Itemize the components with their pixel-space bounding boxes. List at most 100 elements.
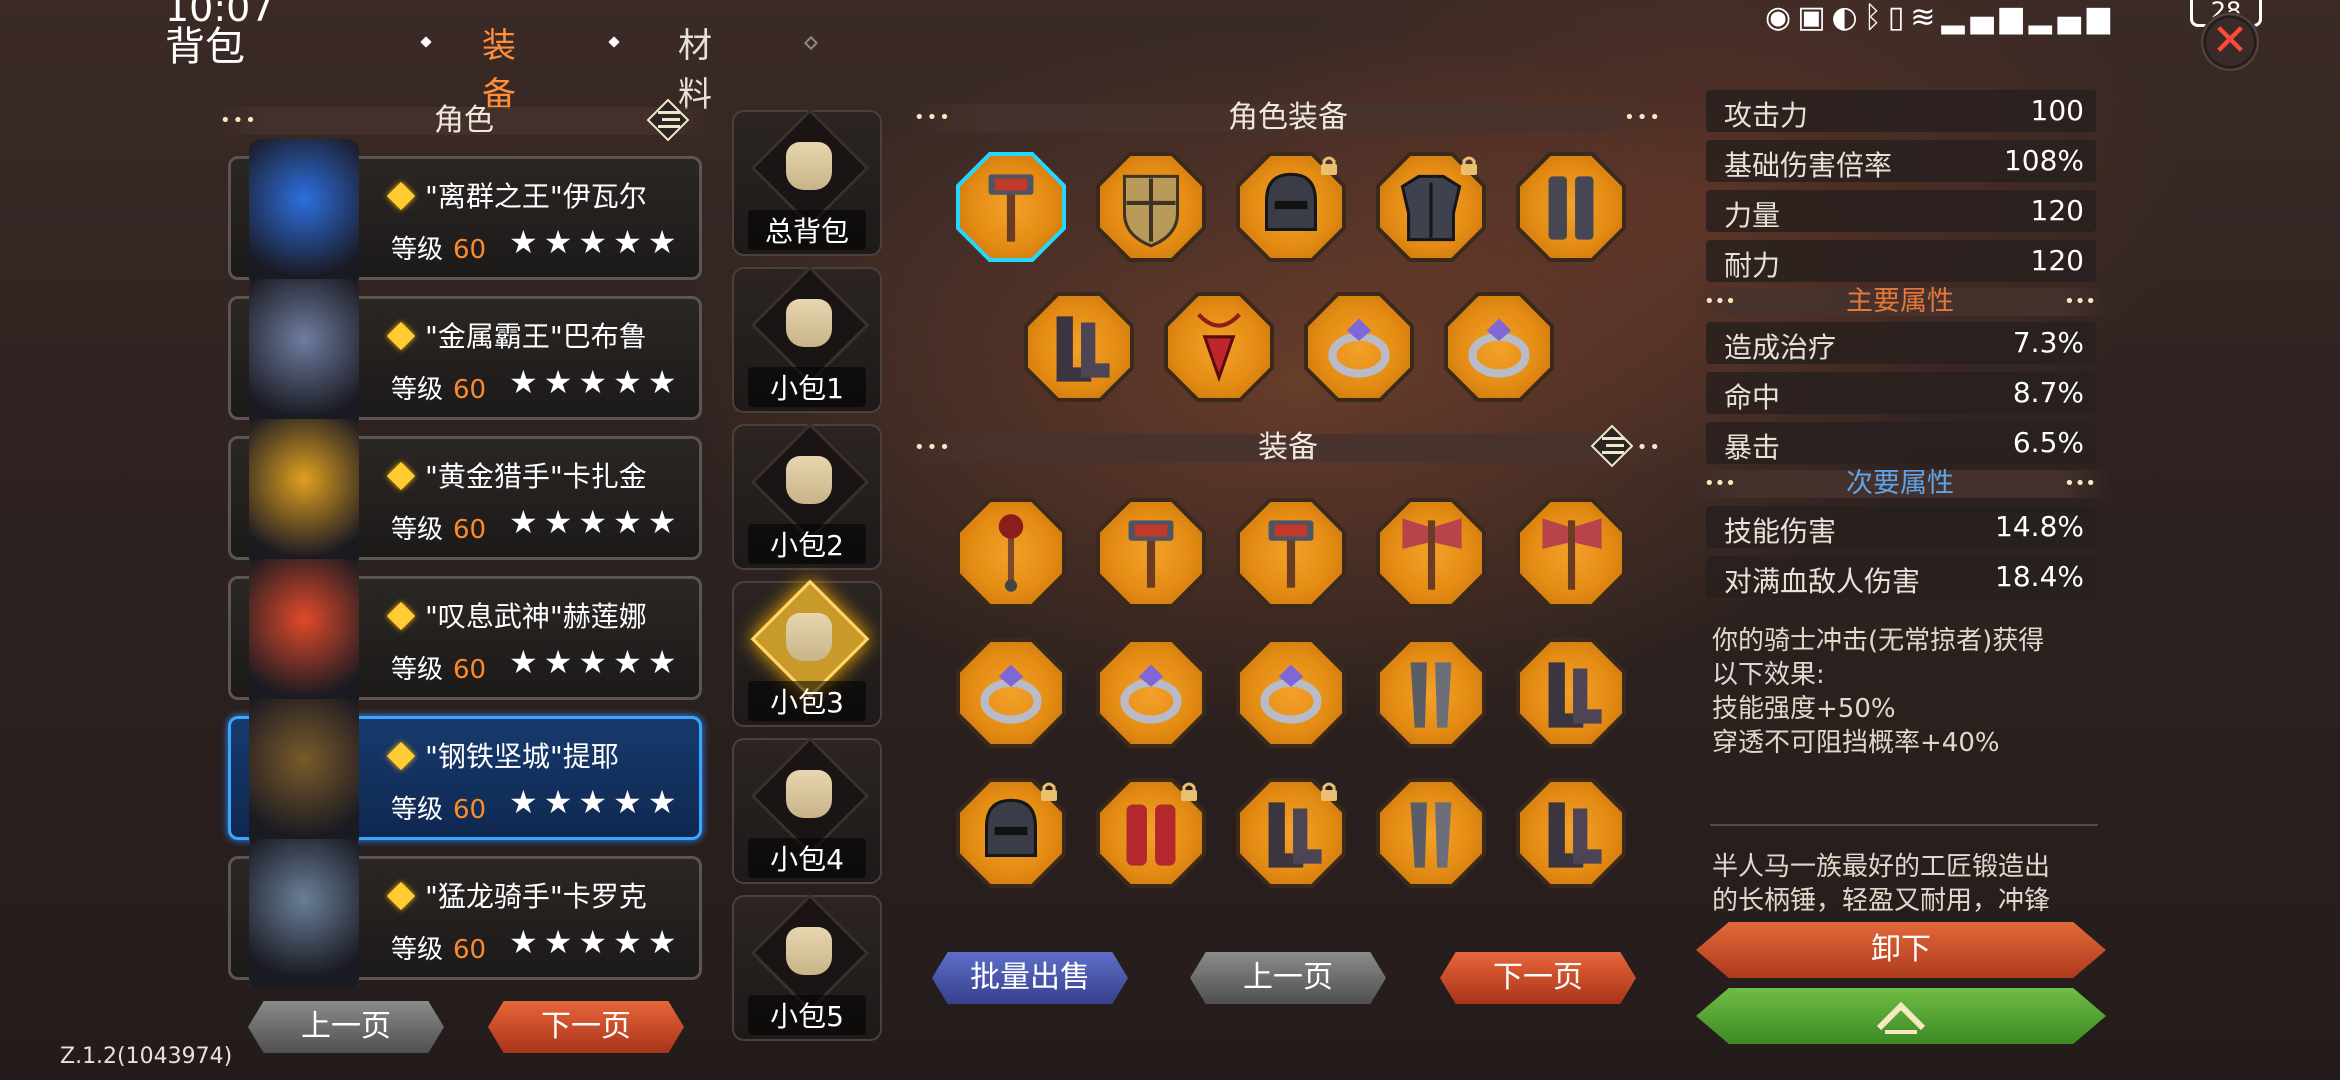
- bag-tab[interactable]: 小包4: [732, 736, 882, 884]
- star-rating: ★★★★★: [509, 643, 683, 681]
- lore-text: 半人马一族最好的工匠锻造出: [1712, 852, 2051, 882]
- signal-icon: ▂▄▆: [2028, 0, 2116, 35]
- stat-row: 技能伤害 14.8%: [1706, 506, 2096, 548]
- inventory-item-slot[interactable]: [1520, 782, 1622, 884]
- level-label: 等级: [391, 235, 444, 265]
- char-equipment-slot[interactable]: [1028, 296, 1130, 398]
- star-rating: ★★★★★: [509, 503, 683, 541]
- boots-icon: [1548, 802, 1602, 868]
- bag-tab[interactable]: 小包3: [732, 579, 882, 727]
- character-card[interactable]: "叹息武神"赫莲娜 等级 60 ★★★★★: [228, 559, 702, 709]
- bag-icon: [786, 299, 832, 347]
- character-name: "金属霸王"巴布鲁: [425, 320, 647, 353]
- stat-row: 力量 120: [1706, 190, 2096, 232]
- inventory-item-slot[interactable]: [1240, 642, 1342, 744]
- character-card[interactable]: "离群之王"伊瓦尔 等级 60 ★★★★★: [228, 139, 702, 289]
- bag-icon: [786, 927, 832, 975]
- roles-prev-page-button[interactable]: 上一页: [248, 1001, 444, 1053]
- stat-name: 攻击力: [1724, 99, 1809, 132]
- stat-value: 108%: [2003, 144, 2084, 177]
- stat-value: 7.3%: [2012, 326, 2084, 359]
- stat-row: 暴击 6.5%: [1706, 422, 2096, 464]
- ring-icon: [1260, 664, 1322, 724]
- bag-tab[interactable]: 总背包: [732, 108, 882, 256]
- tab-divider: [608, 36, 620, 48]
- effect-text: 技能强度+50%: [1712, 694, 1896, 724]
- inventory-item-slot[interactable]: [1100, 642, 1202, 744]
- lock-icon: [1178, 780, 1200, 802]
- gauntlet-icon: [1410, 662, 1452, 728]
- bag-tab[interactable]: 小包5: [732, 893, 882, 1041]
- leg-armor-icon: [1548, 176, 1594, 240]
- effect-text: 穿透不可阻挡概率+40%: [1712, 728, 2000, 758]
- stat-name: 命中: [1724, 381, 1781, 414]
- inventory-prev-page-button[interactable]: 上一页: [1190, 952, 1386, 1004]
- lock-icon: [1458, 154, 1480, 176]
- stat-name: 基础伤害倍率: [1724, 149, 1893, 182]
- stat-value: 120: [2030, 244, 2084, 277]
- stat-row: 造成治疗 7.3%: [1706, 322, 2096, 364]
- rarity-gem-icon: [386, 601, 416, 631]
- inventory-item-slot[interactable]: [1520, 502, 1622, 604]
- inventory-next-page-button[interactable]: 下一页: [1440, 952, 1636, 1004]
- character-portrait: [249, 559, 359, 709]
- bag-label: 总背包: [748, 210, 866, 250]
- stat-value: 18.4%: [1995, 560, 2084, 593]
- bag-label: 小包4: [748, 838, 866, 878]
- level-value: 60: [453, 655, 487, 685]
- star-rating: ★★★★★: [509, 923, 683, 961]
- batch-sell-button[interactable]: 批量出售: [932, 952, 1128, 1004]
- character-card[interactable]: "金属霸王"巴布鲁 等级 60 ★★★★★: [228, 279, 702, 429]
- shield-icon: [1122, 174, 1180, 248]
- bag-tab[interactable]: 小包2: [732, 422, 882, 570]
- inventory-header: ••• 装备 •••: [906, 433, 1670, 463]
- close-button[interactable]: ✕: [2200, 12, 2260, 72]
- inventory-item-slot[interactable]: [1380, 782, 1482, 884]
- tab-equipment[interactable]: 装备: [482, 18, 516, 116]
- bag-tab[interactable]: 小包1: [732, 265, 882, 413]
- inventory-item-slot[interactable]: [1520, 642, 1622, 744]
- character-card[interactable]: "黄金猎手"卡扎金 等级 60 ★★★★★: [228, 419, 702, 569]
- stat-row: 耐力 120: [1706, 240, 2096, 282]
- roles-title: 角色: [434, 103, 494, 138]
- axe-icon: [1402, 518, 1462, 590]
- inventory-item-slot[interactable]: [1100, 502, 1202, 604]
- level-label: 等级: [391, 515, 444, 545]
- bag-icon: [786, 613, 832, 661]
- lock-icon: [1318, 780, 1340, 802]
- lock-icon: [1038, 780, 1060, 802]
- ring-icon: [1120, 664, 1182, 724]
- char-equipment-slot[interactable]: [1168, 296, 1270, 398]
- rarity-gem-icon: [386, 321, 416, 351]
- stat-row: 对满血敌人伤害 18.4%: [1706, 556, 2096, 598]
- star-rating: ★★★★★: [509, 363, 683, 401]
- char-equipment-slot[interactable]: [1448, 296, 1550, 398]
- inventory-item-slot[interactable]: [1380, 642, 1482, 744]
- boots-icon: [1548, 662, 1602, 728]
- inventory-item-slot[interactable]: [1240, 502, 1342, 604]
- char-equipment-slot[interactable]: [1520, 156, 1622, 258]
- upgrade-button[interactable]: [1696, 988, 2106, 1044]
- filter-icon[interactable]: [646, 98, 690, 142]
- stat-row: 攻击力 100: [1706, 90, 2096, 132]
- unequip-button[interactable]: 卸下: [1696, 922, 2106, 978]
- inventory-item-slot[interactable]: [1380, 502, 1482, 604]
- inventory-filter-icon[interactable]: [1590, 424, 1634, 468]
- hammer-icon: [1268, 520, 1314, 588]
- character-portrait: [249, 279, 359, 429]
- inventory-title: 装备: [1258, 430, 1318, 465]
- char-equipment-slot[interactable]: [1308, 296, 1410, 398]
- level-value: 60: [453, 515, 487, 545]
- character-card[interactable]: "猛龙骑手"卡罗克 等级 60 ★★★★★: [228, 839, 702, 989]
- stat-name: 造成治疗: [1724, 331, 1837, 364]
- gauntlet-icon: [1410, 802, 1452, 868]
- stat-value: 8.7%: [2012, 376, 2084, 409]
- character-name: "猛龙骑手"卡罗克: [425, 880, 647, 913]
- stat-name: 力量: [1724, 199, 1781, 232]
- roles-next-page-button[interactable]: 下一页: [488, 1001, 684, 1053]
- character-name: "叹息武神"赫莲娜: [425, 600, 647, 633]
- character-card[interactable]: "钢铁坚城"提耶 等级 60 ★★★★★: [228, 699, 702, 849]
- rarity-gem-icon: [386, 461, 416, 491]
- star-rating: ★★★★★: [509, 783, 683, 821]
- char-equipment-slot[interactable]: [1100, 156, 1202, 258]
